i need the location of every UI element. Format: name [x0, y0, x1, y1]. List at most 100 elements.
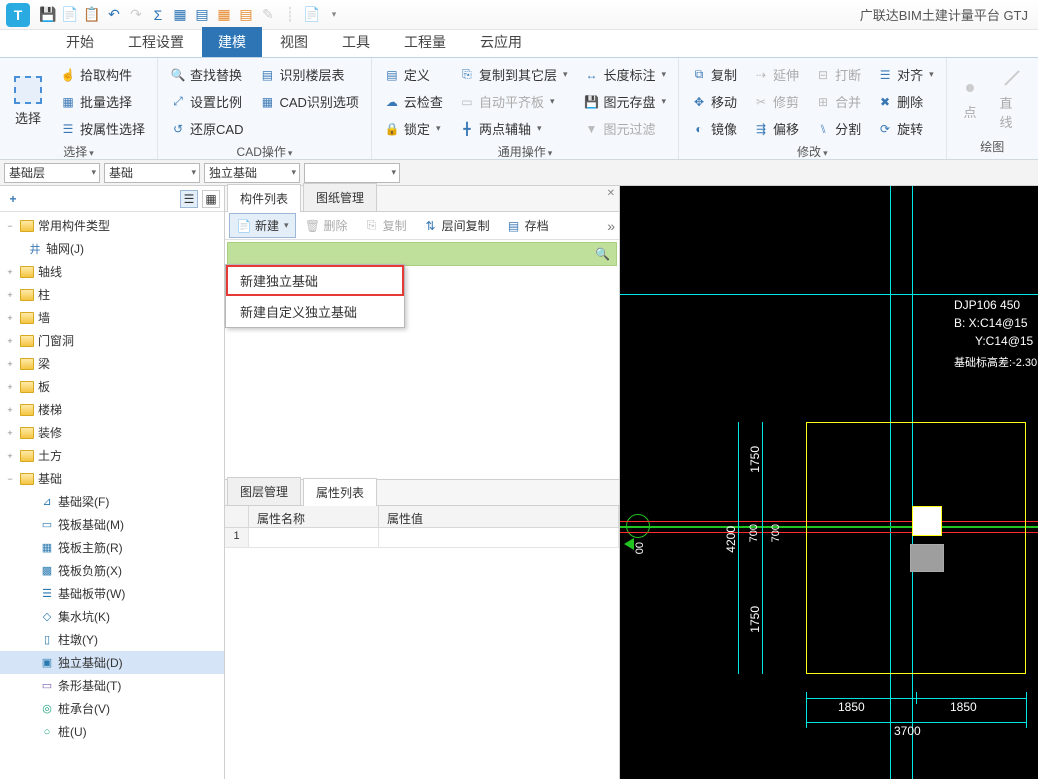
break-button[interactable]: ⊟打断: [809, 62, 867, 87]
tree-folder[interactable]: +土方: [0, 444, 224, 467]
dash-icon[interactable]: ┊: [282, 7, 298, 23]
split-button[interactable]: ⑊分割: [809, 116, 867, 141]
more-icon[interactable]: »: [607, 218, 615, 234]
qat-dropdown-icon[interactable]: ▾: [326, 7, 342, 23]
grid3-icon[interactable]: ▦: [216, 7, 232, 23]
close-icon[interactable]: ✕: [607, 188, 615, 199]
point-button[interactable]: 点: [953, 62, 988, 136]
tree-item[interactable]: ▭筏板基础(M): [0, 513, 224, 536]
tree-item[interactable]: ◎桩承台(V): [0, 697, 224, 720]
expand-icon[interactable]: +: [4, 312, 16, 324]
paste-icon[interactable]: 📋: [84, 7, 100, 23]
expand-icon[interactable]: +: [4, 450, 16, 462]
floor-combo[interactable]: 基础层: [4, 163, 100, 183]
align-button[interactable]: ☰对齐: [871, 62, 940, 87]
grid4-icon[interactable]: ▤: [238, 7, 254, 23]
tab-component-list[interactable]: 构件列表: [227, 184, 301, 212]
tree-item[interactable]: ⊿基础梁(F): [0, 490, 224, 513]
tab-cloud[interactable]: 云应用: [464, 27, 538, 57]
expand-icon[interactable]: +: [4, 289, 16, 301]
collapse-icon[interactable]: −: [4, 473, 16, 485]
tab-tools[interactable]: 工具: [326, 27, 386, 57]
redo-icon[interactable]: ↷: [128, 7, 144, 23]
tab-start[interactable]: 开始: [50, 27, 110, 57]
move-button[interactable]: ✥移动: [685, 89, 743, 114]
cloud-check-button[interactable]: ☁云检查: [378, 89, 449, 114]
view-grid-icon[interactable]: ▦: [202, 190, 220, 208]
tree-folder[interactable]: +门窗洞: [0, 329, 224, 352]
tree-folder[interactable]: +柱: [0, 283, 224, 306]
grid2-icon[interactable]: ▤: [194, 7, 210, 23]
tab-project-settings[interactable]: 工程设置: [112, 27, 200, 57]
collapse-icon[interactable]: −: [4, 220, 16, 232]
group-label-cad[interactable]: CAD操作: [164, 141, 365, 162]
archive-button[interactable]: ▤存档: [499, 213, 556, 238]
undo-icon[interactable]: ↶: [106, 7, 122, 23]
newdoc-icon[interactable]: 📄: [304, 7, 320, 23]
expand-icon[interactable]: +: [4, 427, 16, 439]
tree-folder[interactable]: +梁: [0, 352, 224, 375]
layer-copy-button[interactable]: ⇅层间复制: [416, 213, 497, 238]
identify-floor-button[interactable]: ▤识别楼层表: [253, 62, 364, 87]
restore-cad-button[interactable]: ↺还原CAD: [164, 116, 249, 141]
expand-icon[interactable]: +: [4, 266, 16, 278]
property-row[interactable]: 1: [225, 528, 619, 548]
tab-layer-manage[interactable]: 图层管理: [227, 477, 301, 505]
tree-folder[interactable]: +轴线: [0, 260, 224, 283]
auto-align-button[interactable]: ▭自动平齐板: [453, 89, 574, 114]
extend-button[interactable]: ⇢延伸: [747, 62, 805, 87]
pencil-icon[interactable]: ✎: [260, 7, 276, 23]
pick-element-button[interactable]: ☝拾取构件: [54, 62, 151, 87]
category-combo[interactable]: 基础: [104, 163, 200, 183]
copy-button[interactable]: ⧉复制: [685, 62, 743, 87]
mirror-button[interactable]: ◐镜像: [685, 116, 743, 141]
tab-modeling[interactable]: 建模: [202, 27, 262, 57]
group-label-modify[interactable]: 修改: [685, 141, 940, 162]
cad-options-button[interactable]: ▦CAD识别选项: [253, 89, 364, 114]
expand-icon[interactable]: +: [4, 358, 16, 370]
drawing-canvas[interactable]: DJP106 450 B: X:C14@15 Y:C14@15 基础标高差:-2…: [620, 186, 1038, 779]
tree-folder[interactable]: +楼梯: [0, 398, 224, 421]
delete-comp-button[interactable]: 🗑删除: [298, 213, 355, 238]
dd-new-isolated-footing[interactable]: 新建独立基础: [226, 265, 404, 296]
tab-drawing-manage[interactable]: 图纸管理: [303, 183, 377, 211]
group-label-select[interactable]: 选择: [6, 141, 151, 162]
tree-axis-grid[interactable]: 井轴网(J): [0, 237, 224, 260]
select-button[interactable]: 选择: [6, 62, 50, 141]
expand-icon[interactable]: +: [4, 381, 16, 393]
save-icon[interactable]: 💾: [40, 7, 56, 23]
tree-item[interactable]: ▣独立基础(D): [0, 651, 224, 674]
set-scale-button[interactable]: ⤢设置比例: [164, 89, 249, 114]
find-replace-button[interactable]: 🔍查找替换: [164, 62, 249, 87]
tree-item[interactable]: ▭条形基础(T): [0, 674, 224, 697]
tree-item[interactable]: ▩筏板负筋(X): [0, 559, 224, 582]
view-list-icon[interactable]: ☰: [180, 190, 198, 208]
tree-folder[interactable]: +墙: [0, 306, 224, 329]
rotate-button[interactable]: ⟳旋转: [871, 116, 940, 141]
sigma-icon[interactable]: Σ: [150, 7, 166, 23]
tree-item[interactable]: ▦筏板主筋(R): [0, 536, 224, 559]
new-button[interactable]: 📄新建▾: [229, 213, 296, 238]
prop-value-cell[interactable]: [379, 528, 619, 548]
save-elem-button[interactable]: 💾图元存盘: [577, 89, 672, 114]
copy-icon[interactable]: 📄: [62, 7, 78, 23]
component-tree[interactable]: −常用构件类型 井轴网(J) +轴线+柱+墙+门窗洞+梁+板+楼梯+装修+土方 …: [0, 212, 224, 779]
trim-button[interactable]: ✂修剪: [747, 89, 805, 114]
line-button[interactable]: 直线: [991, 62, 1032, 136]
filter-elem-button[interactable]: ▼图元过滤: [577, 116, 672, 141]
tree-item[interactable]: ◇集水坑(K): [0, 605, 224, 628]
tab-quantity[interactable]: 工程量: [388, 27, 462, 57]
batch-select-button[interactable]: ▦批量选择: [54, 89, 151, 114]
add-tool-icon[interactable]: +: [4, 190, 22, 208]
tree-folder[interactable]: +板: [0, 375, 224, 398]
two-point-axis-button[interactable]: ╋两点辅轴: [453, 116, 574, 141]
tree-item[interactable]: ○桩(U): [0, 720, 224, 743]
component-search[interactable]: 🔍: [227, 242, 617, 266]
tree-root[interactable]: −常用构件类型: [0, 214, 224, 237]
copy-to-layer-button[interactable]: ⎘复制到其它层: [453, 62, 574, 87]
group-label-general[interactable]: 通用操作: [378, 141, 672, 162]
copy-comp-button[interactable]: ⎘复制: [357, 213, 414, 238]
prop-name-cell[interactable]: [249, 528, 379, 548]
lock-button[interactable]: 🔒锁定: [378, 116, 449, 141]
define-button[interactable]: ▤定义: [378, 62, 449, 87]
